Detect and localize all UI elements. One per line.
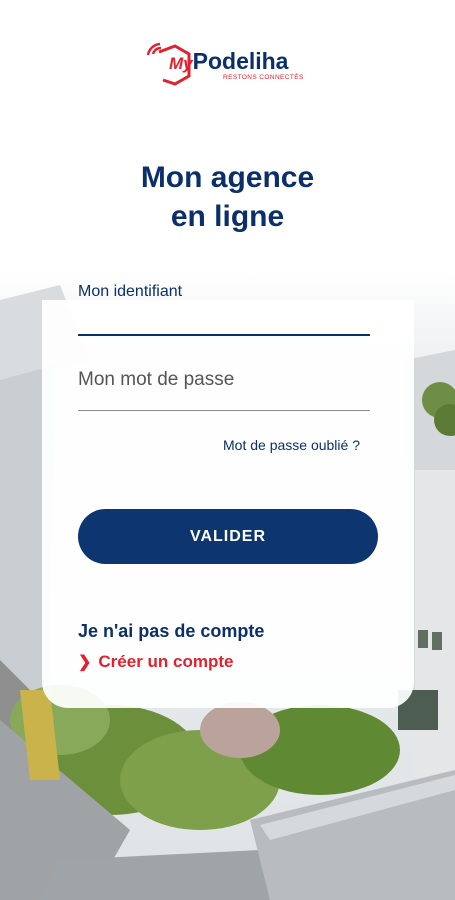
password-field-underline xyxy=(78,410,370,411)
logo-wordmark: MyPodeliha xyxy=(169,48,288,75)
page-title-line-1: Mon agence xyxy=(140,161,315,194)
chevron-right-icon: ❯ xyxy=(78,654,92,671)
logo-name: Podeliha xyxy=(192,48,289,74)
create-account-label: Créer un compte xyxy=(98,652,234,671)
no-account-heading: Je n'ai pas de compte xyxy=(78,621,265,641)
logo-prefix: My xyxy=(169,54,193,73)
page-title-line-2: en ligne xyxy=(170,200,285,233)
identifier-field-label: Mon identifiant xyxy=(78,283,183,300)
submit-button[interactable]: VALIDER xyxy=(78,509,378,564)
mypodeliha-logo: MyPodeliha RESTONS CONNECTÉS xyxy=(145,42,315,86)
page-title: Mon agence en ligne xyxy=(0,158,455,236)
logo-tagline: RESTONS CONNECTÉS xyxy=(223,74,304,81)
password-field[interactable] xyxy=(78,362,370,398)
create-account-link[interactable]: ❯ Créer un compte xyxy=(78,652,234,672)
forgot-password-link[interactable]: Mot de passe oublié ? xyxy=(223,437,360,453)
identifier-field-underline[interactable] xyxy=(78,334,370,336)
